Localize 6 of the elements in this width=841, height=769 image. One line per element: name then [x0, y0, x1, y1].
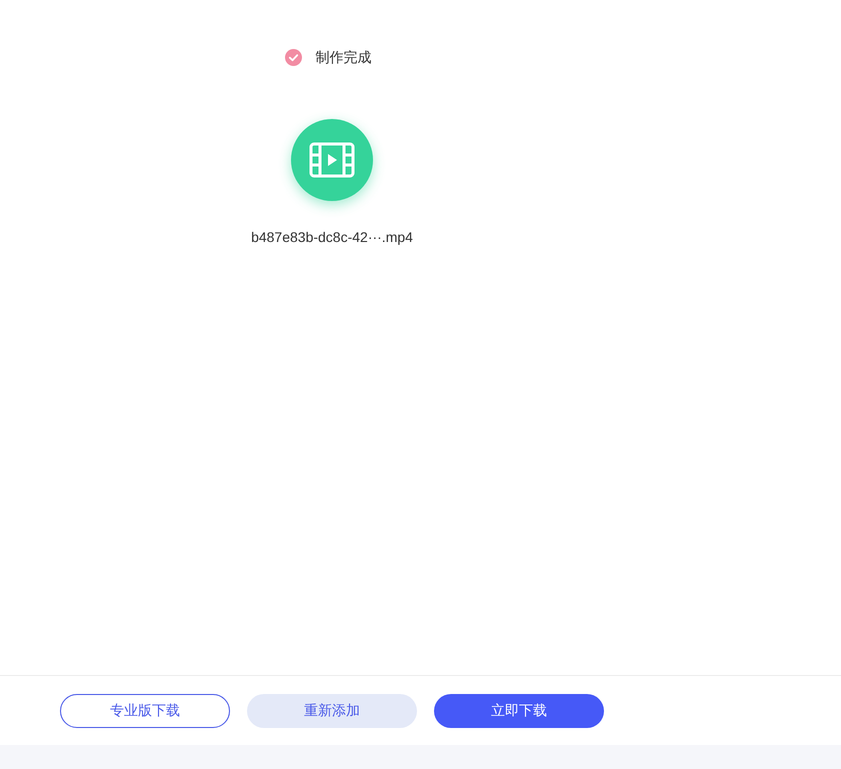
action-button[interactable]: 重新添加 — [247, 694, 417, 728]
status-text: 制作完成 — [316, 48, 372, 67]
action-button[interactable]: 专业版下载 — [60, 694, 230, 728]
video-file-icon — [291, 119, 373, 201]
file-name: b487e83b-dc8c-42···.mp4 — [251, 228, 413, 247]
action-button[interactable]: 立即下载 — [434, 694, 604, 728]
